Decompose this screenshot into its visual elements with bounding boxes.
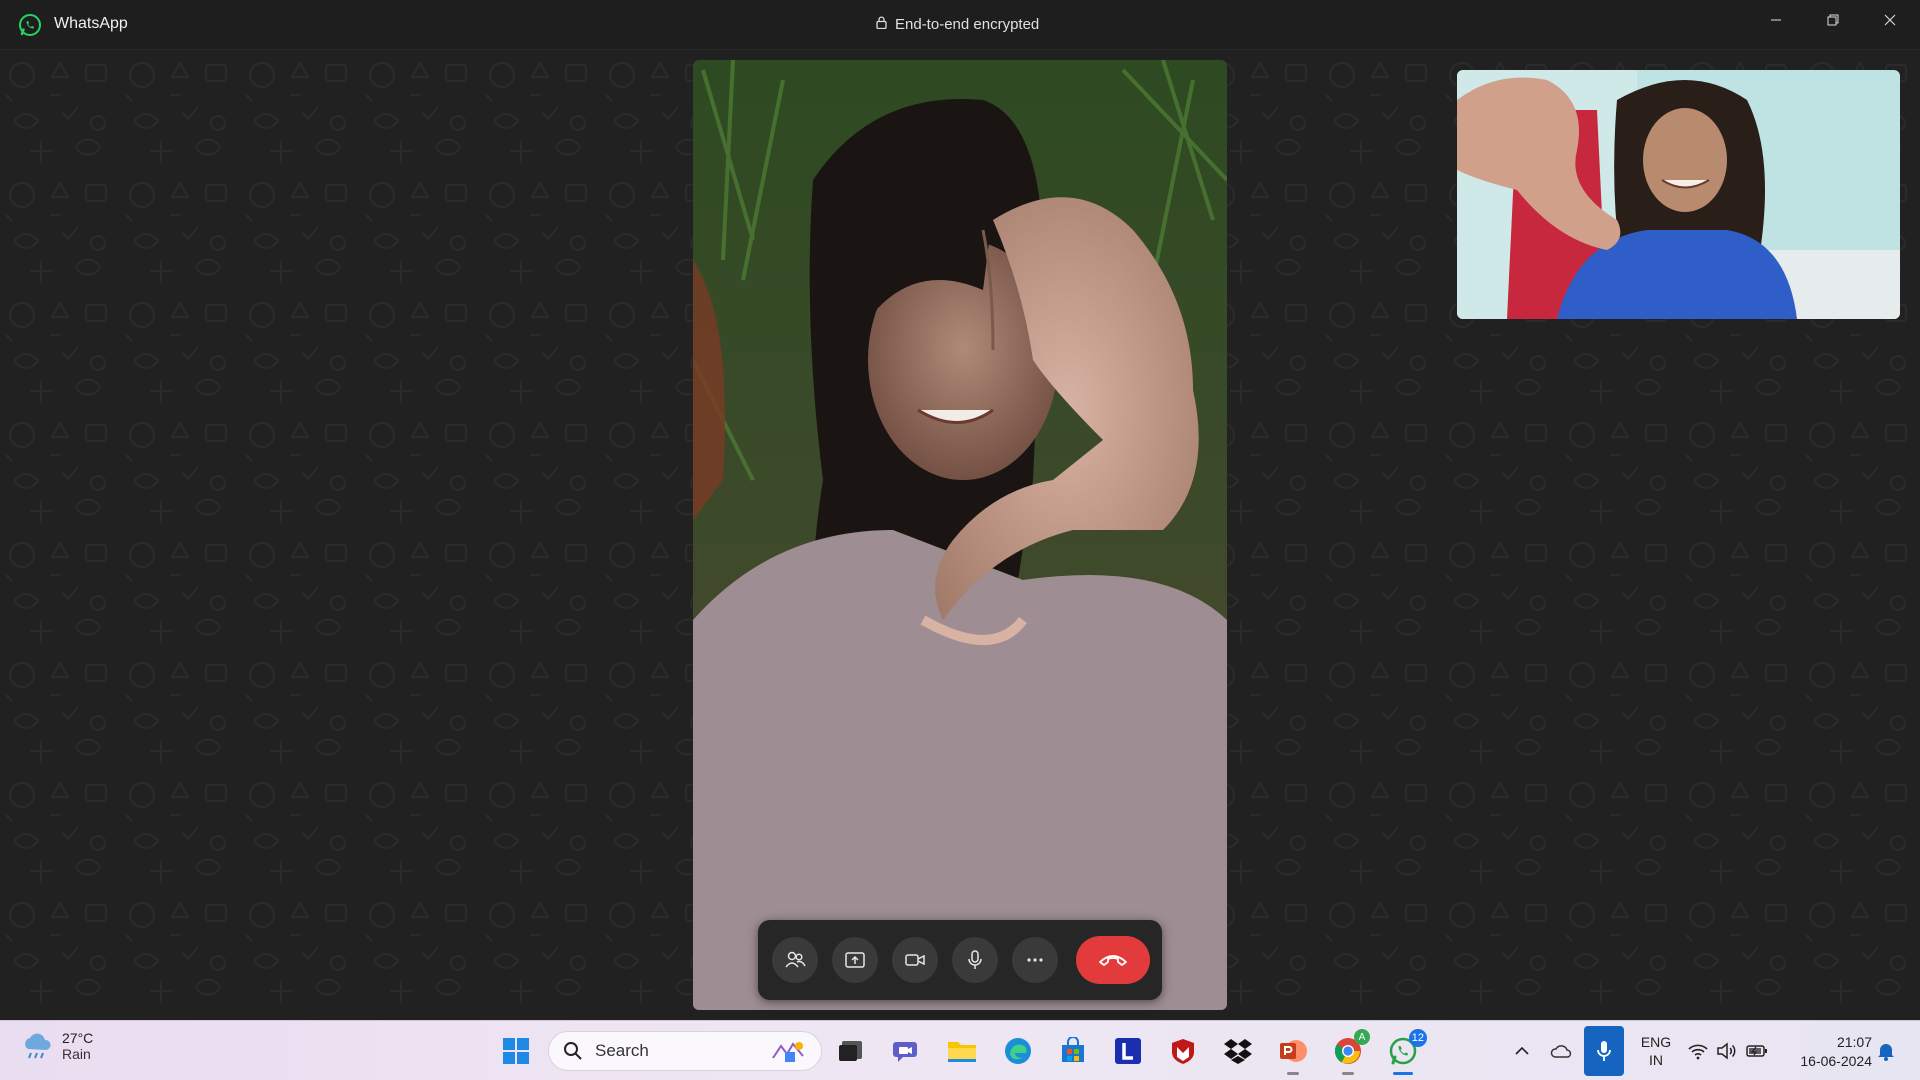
- notifications-button[interactable]: [1874, 1039, 1898, 1063]
- remote-participant-video: [693, 60, 1227, 1010]
- microphone-icon: [968, 950, 982, 969]
- wifi-button[interactable]: [1686, 1039, 1710, 1063]
- chrome-profile-badge: A: [1354, 1029, 1370, 1045]
- dropbox-button[interactable]: [1222, 1035, 1254, 1067]
- edge-button[interactable]: [1002, 1035, 1034, 1067]
- restore-icon: [1827, 14, 1839, 26]
- whatsapp-logo-icon: [18, 13, 42, 37]
- store-button[interactable]: [1057, 1035, 1089, 1067]
- system-clock[interactable]: 21:07 16-06-2024: [1776, 1033, 1872, 1071]
- unread-count-badge: 12: [1408, 1029, 1427, 1047]
- local-participant-video: [1457, 70, 1900, 319]
- language-code: ENG: [1640, 1034, 1672, 1050]
- taskbar: 27°C Rain Search A 12 ENG IN 21:07 16-06…: [0, 1020, 1920, 1080]
- start-icon: [503, 1038, 529, 1064]
- search-icon: [564, 1042, 582, 1060]
- participants-button[interactable]: [772, 937, 818, 983]
- dropbox-icon: [1224, 1039, 1252, 1064]
- taskbar-search[interactable]: Search: [548, 1031, 822, 1071]
- store-icon: [1062, 1037, 1084, 1062]
- task-view-button[interactable]: [835, 1035, 867, 1067]
- weather-temperature: 27°C: [62, 1030, 94, 1046]
- show-hidden-icons-button[interactable]: [1510, 1039, 1534, 1063]
- encryption-status: End-to-end encrypted: [876, 16, 1039, 33]
- share-screen-button[interactable]: [832, 937, 878, 983]
- share-screen-icon: [845, 952, 865, 968]
- onedrive-icon: [1550, 1045, 1572, 1058]
- encryption-label: End-to-end encrypted: [895, 16, 1040, 33]
- l-app-button[interactable]: [1112, 1035, 1144, 1067]
- task-view-icon: [839, 1041, 862, 1061]
- self-video-preview[interactable]: [1457, 70, 1900, 319]
- end-call-button[interactable]: [1076, 936, 1150, 984]
- edge-icon: [1005, 1038, 1031, 1064]
- close-button[interactable]: [1862, 0, 1918, 40]
- running-indicator: [1287, 1072, 1299, 1075]
- mcafee-icon: [1172, 1039, 1194, 1064]
- mcafee-button[interactable]: [1167, 1035, 1199, 1067]
- people-icon: [785, 951, 806, 968]
- powerpoint-button[interactable]: [1277, 1035, 1309, 1075]
- minimize-icon: [1771, 19, 1781, 21]
- microphone-in-use-button[interactable]: [1584, 1026, 1624, 1076]
- start-button[interactable]: [500, 1035, 532, 1067]
- battery-icon: [1746, 1045, 1767, 1057]
- remote-video-feed[interactable]: [693, 60, 1227, 1010]
- battery-button[interactable]: [1745, 1039, 1769, 1063]
- title-bar: WhatsApp End-to-end encrypted: [0, 0, 1920, 50]
- meet-icon: [893, 1042, 917, 1062]
- powerpoint-icon: [1280, 1040, 1307, 1062]
- app-title: WhatsApp: [54, 15, 128, 32]
- onedrive-button[interactable]: [1550, 1039, 1574, 1063]
- search-placeholder: Search: [595, 1041, 649, 1060]
- whatsapp-taskbar-button[interactable]: 12: [1387, 1029, 1427, 1075]
- volume-icon: [1717, 1042, 1736, 1060]
- rain-cloud-icon: [25, 1033, 51, 1059]
- chevron-up-icon: [1515, 1046, 1529, 1055]
- restore-button[interactable]: [1805, 0, 1861, 40]
- chrome-button[interactable]: A: [1332, 1029, 1370, 1075]
- microphone-in-use-icon: [1597, 1041, 1611, 1061]
- ellipsis-icon: [1027, 958, 1043, 962]
- volume-button[interactable]: [1715, 1039, 1739, 1063]
- weather-widget[interactable]: 27°C Rain: [20, 1030, 93, 1062]
- close-icon: [1884, 14, 1896, 26]
- l-app-icon: [1115, 1038, 1141, 1064]
- region-code: IN: [1649, 1052, 1663, 1068]
- active-indicator: [1393, 1072, 1413, 1075]
- running-indicator: [1342, 1072, 1354, 1075]
- video-toggle-button[interactable]: [892, 937, 938, 983]
- lock-icon: [876, 16, 887, 33]
- wifi-icon: [1688, 1044, 1708, 1060]
- meet-app-button[interactable]: [891, 1035, 923, 1067]
- hang-up-icon: [1099, 955, 1127, 966]
- minimize-button[interactable]: [1748, 0, 1804, 40]
- mute-button[interactable]: [952, 937, 998, 983]
- file-explorer-icon: [948, 1042, 976, 1062]
- weather-condition: Rain: [62, 1046, 91, 1062]
- call-controls: [758, 920, 1162, 1000]
- clock-time: 21:07: [1836, 1034, 1872, 1050]
- video-camera-icon: [905, 954, 925, 966]
- file-explorer-button[interactable]: [946, 1035, 978, 1067]
- search-highlight-icon: [772, 1042, 804, 1062]
- notification-bell-icon: [1878, 1044, 1894, 1061]
- more-options-button[interactable]: [1012, 937, 1058, 983]
- language-indicator[interactable]: ENG IN: [1636, 1033, 1676, 1069]
- clock-date: 16-06-2024: [1800, 1053, 1872, 1069]
